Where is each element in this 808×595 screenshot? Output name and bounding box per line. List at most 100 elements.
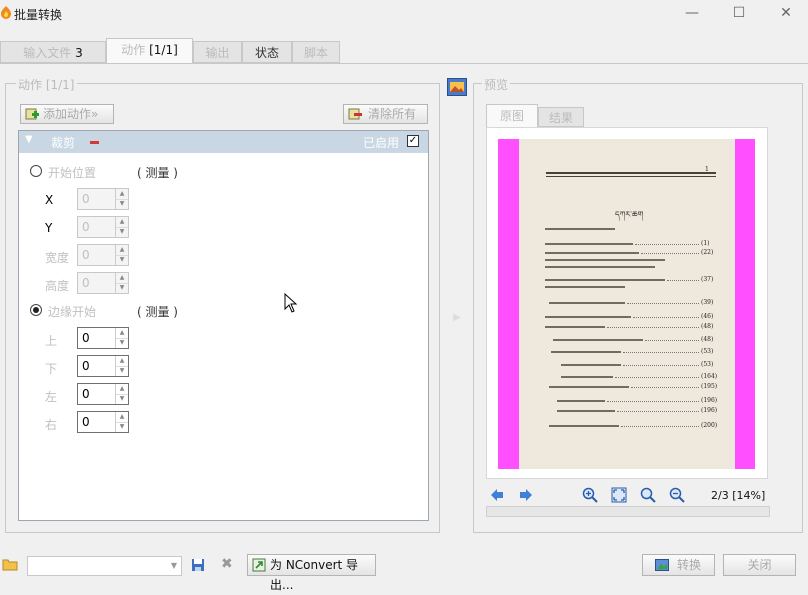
convert-button[interactable]: 转换: [642, 554, 715, 576]
start-position-radio[interactable]: [30, 165, 42, 177]
tab-actions[interactable]: 动作 [1/1]: [106, 38, 193, 64]
tab-result-label: 结果: [548, 111, 573, 125]
remove-action-icon[interactable]: [90, 141, 99, 144]
page-number-label: (39): [701, 299, 714, 306]
preview-horizontal-scrollbar[interactable]: [486, 506, 770, 517]
title-bar: 批量转换 — ☐ ✕: [0, 0, 808, 28]
page-leader-dots: [631, 387, 699, 389]
actions-legend: 动作 [1/1]: [16, 76, 77, 93]
maximize-button[interactable]: ☐: [721, 0, 757, 26]
top-margin-label: 上: [45, 334, 58, 348]
width-down-arrow-icon[interactable]: ▼: [116, 255, 128, 265]
height-value: 0: [82, 276, 90, 290]
zoom-out-icon[interactable]: [669, 487, 685, 503]
page-text-line: [545, 228, 615, 230]
open-folder-icon[interactable]: [2, 557, 18, 571]
zoom-actual-icon[interactable]: [640, 487, 656, 503]
preview-toggle-icon[interactable]: [447, 78, 467, 96]
page-text-line: [557, 410, 615, 412]
splitter-arrow-icon[interactable]: ▶: [453, 312, 461, 323]
tab-output[interactable]: 输出: [193, 41, 242, 63]
x-label: X: [45, 193, 54, 207]
right-margin-value: 0: [82, 415, 90, 429]
top-down-arrow-icon[interactable]: ▼: [116, 338, 128, 348]
left-margin-stepper[interactable]: 0 ▲ ▼: [77, 383, 129, 405]
page-number-label: (46): [701, 313, 714, 320]
page-leader-dots: [623, 352, 699, 354]
close-button[interactable]: 关闭: [723, 554, 796, 576]
bottom-margin-stepper[interactable]: 0 ▲ ▼: [77, 355, 129, 377]
tab-input-files-label: 输入文件: [23, 46, 72, 60]
y-down-arrow-icon[interactable]: ▼: [116, 227, 128, 237]
collapse-triangle-icon[interactable]: ▼: [25, 134, 33, 145]
page-number-label: (53): [701, 361, 714, 368]
tab-original-label: 原图: [499, 109, 524, 123]
page-text-line: [561, 376, 613, 378]
fit-to-window-icon[interactable]: [611, 487, 627, 503]
page-number-label: (37): [701, 276, 714, 283]
zoom-in-icon[interactable]: [582, 487, 598, 503]
tab-input-files[interactable]: 输入文件 3: [0, 41, 106, 63]
left-margin-label: 左: [45, 390, 58, 404]
page-text-line: [553, 339, 643, 341]
margins-measure-link[interactable]: ( 测量 ): [137, 303, 178, 320]
y-stepper[interactable]: 0 ▲ ▼: [77, 216, 129, 238]
action-list: ▼ 裁剪 已启用 ✓ 开始位置 ( 测量 ) X 0 ▲ ▼ Y 0 ▲ ▼ 宽度 …: [18, 130, 429, 521]
margins-radio[interactable]: [30, 304, 42, 316]
start-position-measure-link[interactable]: ( 测量 ): [137, 164, 178, 181]
clear-all-icon: [348, 108, 362, 120]
delete-icon[interactable]: ✖: [221, 556, 233, 572]
export-nconvert-button[interactable]: 为 NConvert 导出...: [247, 554, 376, 592]
page-leader-dots: [621, 426, 699, 428]
margins-label: 边缘开始: [48, 305, 97, 319]
right-down-arrow-icon[interactable]: ▼: [116, 422, 128, 432]
page-number-label: (164): [701, 373, 718, 380]
page-text-line: [549, 425, 619, 427]
crop-action-header[interactable]: ▼ 裁剪 已启用 ✓: [19, 131, 428, 153]
start-position-label: 开始位置: [48, 166, 97, 180]
minimize-button[interactable]: —: [674, 0, 710, 26]
combo-dropdown-icon[interactable]: ▼: [171, 561, 177, 570]
add-action-button[interactable]: 添加动作»: [20, 104, 114, 124]
mouse-cursor-icon: [284, 293, 298, 313]
close-window-button[interactable]: ✕: [768, 0, 804, 26]
left-down-arrow-icon[interactable]: ▼: [116, 394, 128, 404]
width-stepper[interactable]: 0 ▲ ▼: [77, 244, 129, 266]
convert-icon: [655, 559, 669, 571]
top-margin-stepper[interactable]: 0 ▲ ▼: [77, 327, 129, 349]
app-icon: [1, 6, 11, 19]
x-value: 0: [82, 192, 90, 206]
y-value: 0: [82, 220, 90, 234]
bottom-down-arrow-icon[interactable]: ▼: [116, 366, 128, 376]
height-down-arrow-icon[interactable]: ▼: [116, 283, 128, 293]
height-label: 高度: [45, 279, 70, 293]
tab-status[interactable]: 状态: [242, 41, 292, 63]
page-leader-dots: [627, 303, 699, 305]
previous-page-icon[interactable]: [489, 487, 505, 503]
page-text-line: [545, 326, 605, 328]
crop-action-title: 裁剪: [51, 136, 76, 150]
page-leader-dots: [615, 377, 699, 379]
right-margin-stepper[interactable]: 0 ▲ ▼: [77, 411, 129, 433]
settings-combo[interactable]: ▼: [27, 556, 182, 576]
clear-all-button[interactable]: 清除所有: [343, 104, 428, 124]
page-number-label: (196): [701, 397, 718, 404]
page-leader-dots: [617, 411, 699, 413]
page-text-line: [545, 252, 639, 254]
enabled-checkbox[interactable]: ✓: [407, 135, 419, 147]
x-down-arrow-icon[interactable]: ▼: [116, 199, 128, 209]
tab-script[interactable]: 脚本: [292, 41, 340, 63]
height-stepper[interactable]: 0 ▲ ▼: [77, 272, 129, 294]
page-text-line: [545, 259, 665, 261]
save-icon[interactable]: [191, 558, 205, 572]
x-stepper[interactable]: 0 ▲ ▼: [77, 188, 129, 210]
tab-status-label: 状态: [254, 46, 279, 60]
add-action-icon: [25, 108, 39, 120]
page-leader-dots: [641, 253, 699, 255]
add-action-label: 添加动作»: [43, 107, 99, 121]
left-margin-value: 0: [82, 387, 90, 401]
page-text-line: [551, 351, 621, 353]
next-page-icon[interactable]: [518, 487, 534, 503]
tab-result[interactable]: 结果: [538, 107, 584, 127]
tab-original[interactable]: 原图: [486, 104, 538, 128]
